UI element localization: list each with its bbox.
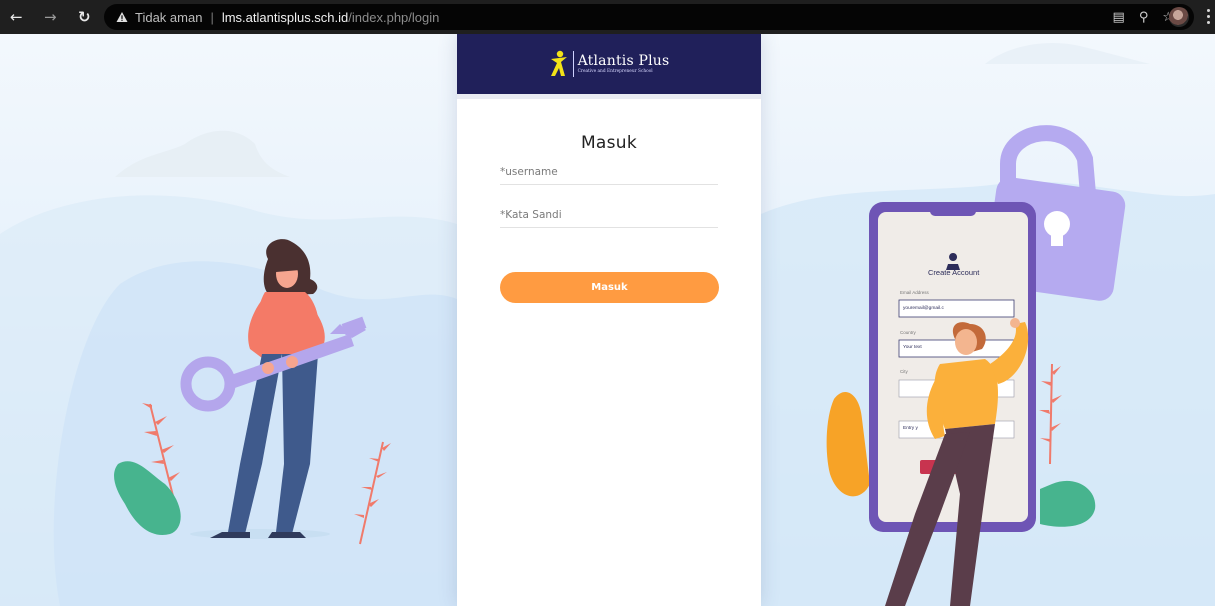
translate-icon[interactable]: ▤ [1113, 10, 1125, 25]
username-input[interactable] [500, 159, 718, 185]
menu-kebab-icon[interactable] [1207, 9, 1211, 24]
reload-icon[interactable]: ↻ [78, 0, 91, 34]
header-divider [457, 94, 761, 99]
address-bar[interactable]: Tidak aman | lms.atlantisplus.sch.id/ind… [104, 4, 1194, 30]
login-card: Atlantis Plus Creative and Entrepreneur … [457, 34, 761, 606]
browser-toolbar: ← → ↻ Tidak aman | lms.atlantisplus.sch.… [0, 0, 1215, 34]
brand-tagline: Creative and Entrepreneur School [577, 69, 653, 74]
phone-create-account-heading: Create Account [928, 268, 980, 277]
login-page: Create Account Email Address youremail@g… [0, 34, 1215, 606]
omnibox-actions: ▤ ⚲ ☆ [1113, 4, 1174, 30]
phone-city-label: City [900, 369, 908, 374]
omnibox-divider: | [210, 9, 214, 25]
back-arrow-icon[interactable]: ← [10, 0, 23, 34]
url-host[interactable]: lms.atlantisplus.sch.id [222, 10, 348, 25]
login-button[interactable]: Masuk [500, 272, 719, 303]
login-title: Masuk [580, 133, 638, 153]
brand-header: Atlantis Plus Creative and Entrepreneur … [457, 34, 761, 94]
star-figure-logo-icon [550, 50, 567, 76]
profile-avatar[interactable] [1169, 7, 1189, 27]
brand-name: Atlantis Plus [577, 53, 670, 69]
logo-divider [572, 51, 574, 77]
security-warning-text[interactable]: Tidak aman [135, 10, 202, 25]
warning-triangle-icon [116, 11, 128, 23]
zoom-icon[interactable]: ⚲ [1139, 10, 1149, 25]
atlantis-plus-logo: Atlantis Plus Creative and Entrepreneur … [549, 49, 670, 79]
forward-arrow-icon[interactable]: → [44, 0, 57, 34]
password-input[interactable] [500, 202, 718, 228]
phone-country-value: Your text [903, 345, 922, 350]
phone-country-label: Country [900, 330, 916, 335]
phone-email-label: Email Address [900, 290, 929, 295]
phone-email-value: youremail@gmail.c [903, 306, 944, 311]
phone-entry-value: Entry y [903, 426, 918, 431]
url-path[interactable]: /index.php/login [348, 10, 439, 25]
